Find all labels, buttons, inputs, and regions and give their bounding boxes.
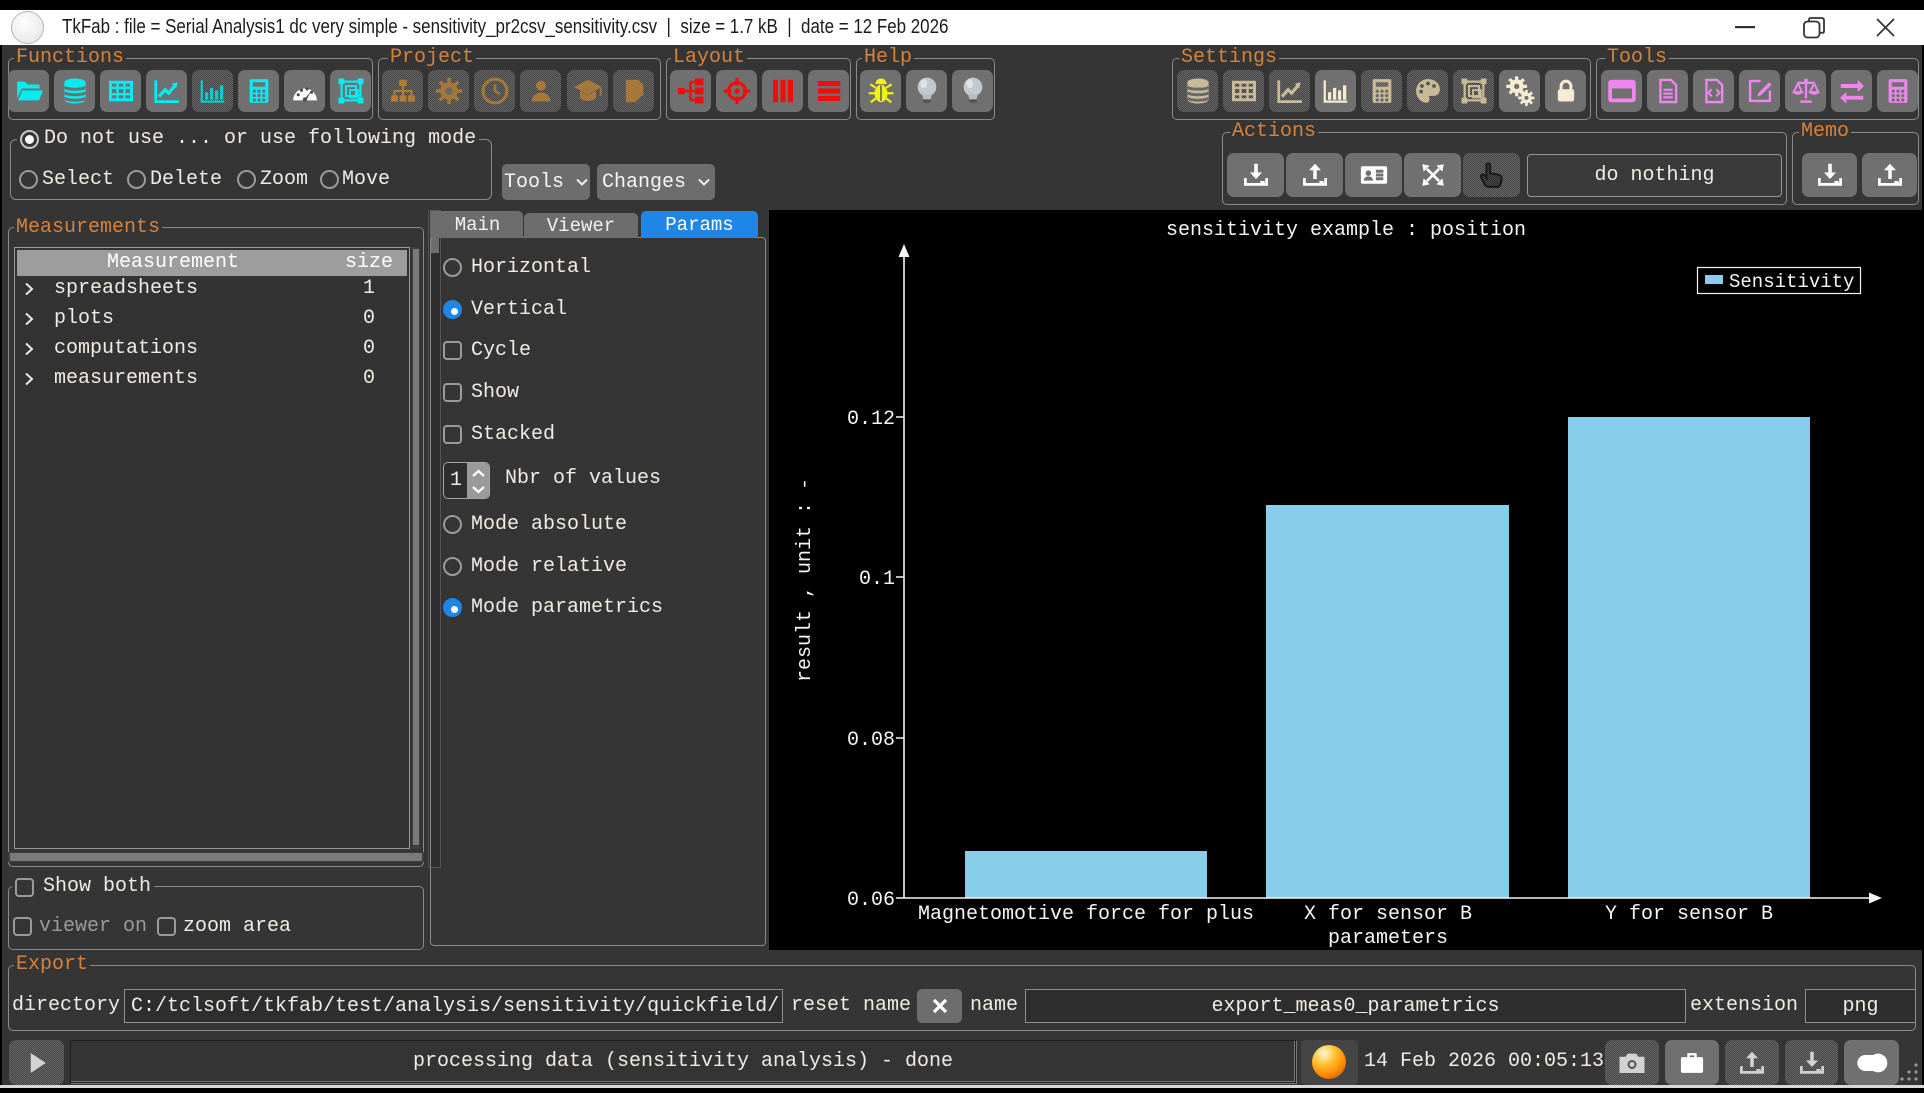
svg-text:result , unit : -: result , unit : -	[794, 478, 817, 682]
svg-text:0.12: 0.12	[847, 408, 895, 431]
svg-text:sensitivity example : position: sensitivity example : position	[1166, 219, 1526, 242]
svg-text:Magnetomotive force for plus: Magnetomotive force for plus	[918, 903, 1254, 926]
svg-text:0.08: 0.08	[847, 729, 895, 752]
svg-text:0.06: 0.06	[847, 889, 895, 912]
svg-text:Y for sensor B: Y for sensor B	[1605, 903, 1773, 926]
svg-text:Sensitivity: Sensitivity	[1729, 271, 1854, 293]
svg-text:parameters: parameters	[1328, 927, 1448, 950]
svg-text:X for sensor B: X for sensor B	[1304, 903, 1472, 926]
svg-text:0.1: 0.1	[859, 568, 895, 591]
